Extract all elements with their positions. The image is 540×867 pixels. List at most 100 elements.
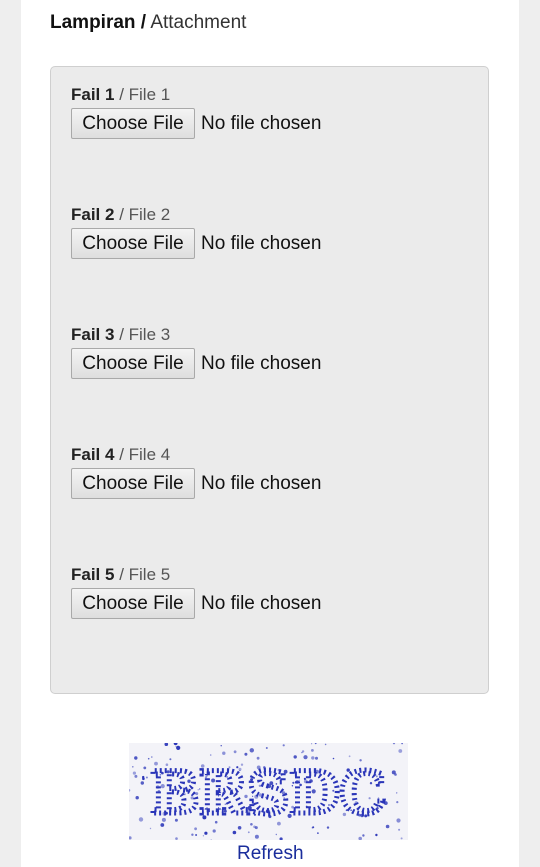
captcha-noise-dot xyxy=(204,831,208,835)
captcha-noise-dot xyxy=(311,826,314,829)
file-label-english: / File 1 xyxy=(119,85,171,104)
file-label: Fail 1 / File 1 xyxy=(71,84,471,106)
captcha-noise-dot xyxy=(268,815,272,819)
captcha-noise-dot xyxy=(147,757,150,760)
section-title: Lampiran / Attachment xyxy=(50,12,246,34)
captcha-noise-dot xyxy=(396,792,398,794)
file-label-malay: Fail 1 xyxy=(71,85,115,104)
captcha-noise-dot xyxy=(324,743,327,746)
captcha-noise-dot xyxy=(134,756,138,760)
choose-file-button[interactable]: Choose File xyxy=(71,468,195,499)
captcha-noise-dot xyxy=(277,821,281,826)
captcha-refresh-link[interactable]: Refresh xyxy=(237,843,304,865)
file-status: No file chosen xyxy=(201,472,322,494)
captcha-noise-dot xyxy=(195,834,198,836)
captcha-noise-dot xyxy=(311,743,313,745)
file-label-malay: Fail 4 xyxy=(71,445,115,464)
captcha-noise-dot xyxy=(265,809,270,814)
file-upload-2: Fail 2 / File 2 Choose File No file chos… xyxy=(71,204,471,259)
choose-file-button[interactable]: Choose File xyxy=(71,588,195,619)
captcha-noise-dot xyxy=(293,755,297,759)
captcha-noise-dot xyxy=(362,834,365,837)
captcha-noise-dot xyxy=(134,774,138,778)
captcha-noise-dot xyxy=(252,795,254,797)
choose-file-button[interactable]: Choose File xyxy=(71,228,195,259)
captcha-noise-dot xyxy=(299,783,302,787)
captcha-noise-dot xyxy=(143,766,147,770)
captcha-noise-dot xyxy=(396,818,401,823)
file-input: Choose File No file chosen xyxy=(71,228,471,259)
captcha-noise-dot xyxy=(315,769,319,774)
captcha-noise-dot xyxy=(160,823,165,827)
captcha-noise-dot xyxy=(197,789,199,791)
captcha-noise-dot xyxy=(385,824,390,829)
captcha-noise-dot xyxy=(154,761,158,766)
captcha-noise-dot xyxy=(377,797,380,799)
captcha-noise-dot xyxy=(314,743,317,745)
captcha-noise-dot xyxy=(400,837,403,840)
captcha-noise-dot xyxy=(383,801,388,805)
captcha-noise-dot xyxy=(330,773,332,775)
captcha-noise-dot xyxy=(369,782,373,785)
file-input: Choose File No file chosen xyxy=(71,588,471,619)
captcha-noise-dot xyxy=(265,747,268,749)
captcha-noise-dot xyxy=(223,809,227,813)
file-label-malay: Fail 3 xyxy=(71,325,115,344)
captcha-noise-dot xyxy=(164,743,169,746)
captcha-noise-dot xyxy=(135,796,139,800)
captcha-noise-dot xyxy=(252,791,254,793)
file-input: Choose File No file chosen xyxy=(71,108,471,139)
captcha-noise-dot xyxy=(212,829,216,833)
captcha-noise-dot xyxy=(202,815,207,820)
captcha-noise-dot xyxy=(360,813,364,818)
captcha-noise-dot xyxy=(398,828,401,831)
captcha-image: BRSDC xyxy=(129,743,408,840)
captcha-noise-dot xyxy=(283,797,285,799)
file-upload-5: Fail 5 / File 5 Choose File No file chos… xyxy=(71,564,471,619)
captcha-noise-dot xyxy=(204,776,208,779)
captcha-noise-dot xyxy=(315,756,318,760)
file-status: No file chosen xyxy=(201,112,322,134)
file-status: No file chosen xyxy=(201,232,322,254)
captcha-noise-dot xyxy=(317,832,319,834)
captcha-noise-dot xyxy=(159,774,162,776)
captcha-noise-dot xyxy=(129,789,131,792)
captcha-noise-dot xyxy=(200,764,205,768)
captcha-noise-dot xyxy=(233,750,237,754)
captcha-noise-dot xyxy=(173,743,178,746)
choose-file-button[interactable]: Choose File xyxy=(71,108,195,139)
form-page: Lampiran / Attachment Fail 1 / File 1 Ch… xyxy=(21,0,519,867)
file-status: No file chosen xyxy=(201,592,322,614)
captcha-noise-dot xyxy=(275,833,277,836)
file-upload-3: Fail 3 / File 3 Choose File No file chos… xyxy=(71,324,471,379)
choose-file-button[interactable]: Choose File xyxy=(71,348,195,379)
captcha-noise-dot xyxy=(253,825,256,829)
captcha-noise-dot xyxy=(326,826,330,829)
captcha-noise-dot xyxy=(279,837,283,840)
captcha-noise-dot xyxy=(298,779,300,781)
captcha-noise-dot xyxy=(375,833,378,837)
captcha-noise-dot xyxy=(187,779,191,783)
captcha-noise-dot xyxy=(214,820,218,824)
file-label-malay: Fail 2 xyxy=(71,205,115,224)
captcha-noise-dot xyxy=(160,784,165,789)
captcha-noise-dot xyxy=(354,801,358,805)
file-label-english: / File 3 xyxy=(119,325,171,344)
captcha-noise-dot xyxy=(258,793,263,797)
captcha-noise-dot xyxy=(145,776,148,779)
captcha-noise-dot xyxy=(244,794,248,799)
captcha-noise-dot xyxy=(210,839,212,840)
captcha-noise-dot xyxy=(237,826,242,830)
captcha-noise-dot xyxy=(254,794,259,799)
captcha-noise-dot xyxy=(194,827,197,831)
section-title-malay: Lampiran / xyxy=(50,12,147,33)
captcha-noise-dot xyxy=(226,776,228,778)
captcha-noise-dot xyxy=(352,782,354,784)
captcha-noise-dot xyxy=(232,830,237,835)
captcha-noise-dot xyxy=(253,813,256,816)
captcha-noise-dot xyxy=(195,792,199,796)
file-label: Fail 5 / File 5 xyxy=(71,564,471,586)
captcha-noise-dot xyxy=(209,754,212,756)
captcha-noise-dot xyxy=(247,831,250,834)
captcha-noise-dot xyxy=(138,817,144,822)
